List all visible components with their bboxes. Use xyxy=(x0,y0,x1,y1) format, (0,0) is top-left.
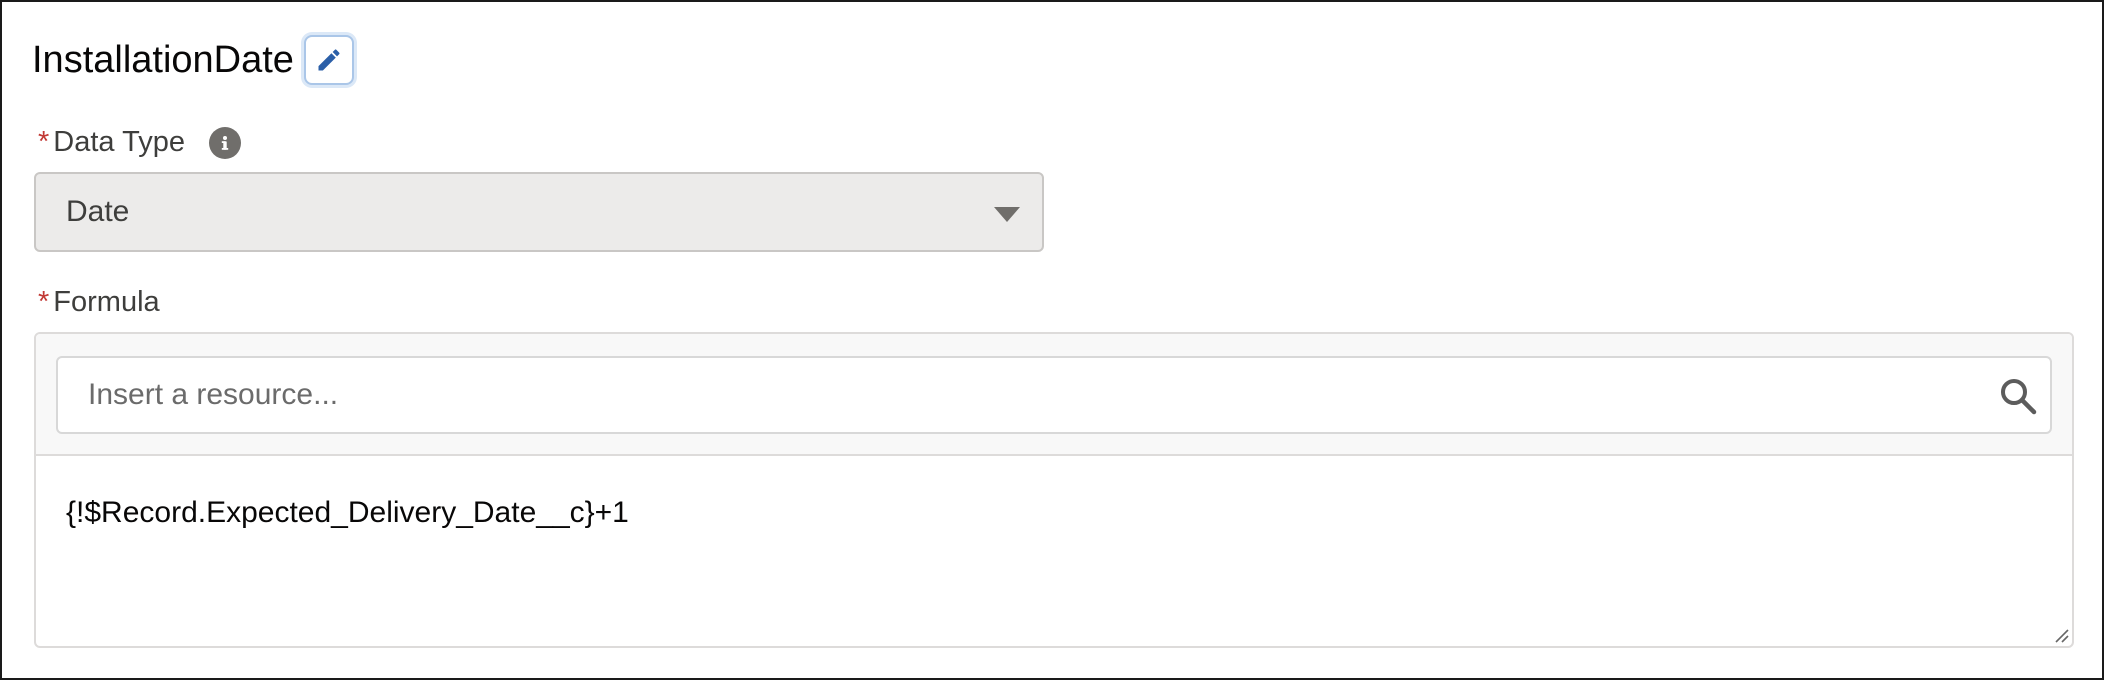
data-type-selected-value: Date xyxy=(66,195,130,228)
chevron-down-icon xyxy=(994,207,1020,222)
formula-expression-textarea[interactable]: {!$Record.Expected_Delivery_Date__c}+1 xyxy=(66,496,629,530)
required-marker: * xyxy=(38,126,50,158)
info-glyph-icon xyxy=(221,135,229,150)
formula-label-row: * Formula xyxy=(38,286,160,319)
required-marker: * xyxy=(38,286,50,318)
data-type-label: Data Type xyxy=(53,126,185,158)
resize-handle-icon[interactable] xyxy=(2052,626,2070,644)
resource-title: InstallationDate xyxy=(32,38,294,81)
data-type-select[interactable]: Date xyxy=(34,172,1044,252)
title-row: InstallationDate xyxy=(32,32,354,88)
data-type-label-row: * Data Type xyxy=(38,126,241,159)
pencil-icon xyxy=(318,49,340,71)
formula-label: Formula xyxy=(53,286,160,318)
edit-title-button[interactable] xyxy=(303,35,354,85)
info-icon[interactable] xyxy=(208,126,241,159)
resource-search-input[interactable] xyxy=(56,356,2052,434)
formula-editor: {!$Record.Expected_Delivery_Date__c}+1 xyxy=(34,332,2074,648)
formula-toolbar xyxy=(36,334,2072,456)
resource-editor-panel: InstallationDate * Data Type Date * Form… xyxy=(0,0,2104,680)
search-icon[interactable] xyxy=(1998,376,2038,416)
